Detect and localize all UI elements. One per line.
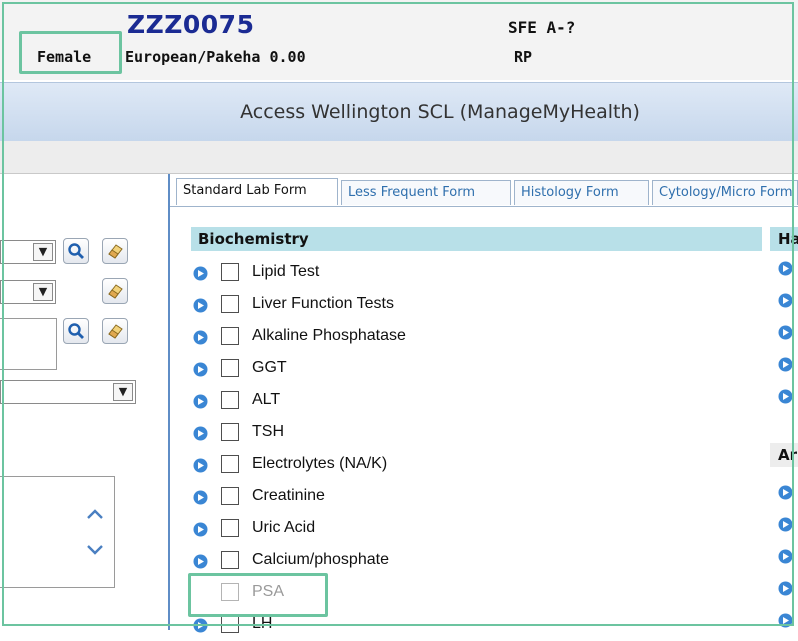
info-arrow-icon[interactable] xyxy=(778,485,793,500)
info-arrow-icon[interactable] xyxy=(193,522,208,537)
patient-ethnicity: European/Pakeha 0.00 xyxy=(125,48,306,66)
patient-id: ZZZ0075 xyxy=(127,10,255,39)
recipient-field[interactable] xyxy=(0,318,57,370)
chevron-down-icon[interactable]: ▼ xyxy=(33,243,53,261)
tab-cytology-micro-form[interactable]: Cytology/Micro Form xyxy=(652,180,798,205)
test-label: Lipid Test xyxy=(252,263,320,280)
info-arrow-icon[interactable] xyxy=(778,325,793,340)
test-row[interactable]: Liver Function Tests xyxy=(193,293,643,321)
test-checkbox[interactable] xyxy=(221,327,239,345)
info-arrow-icon[interactable] xyxy=(193,394,208,409)
tab-histology-form[interactable]: Histology Form xyxy=(514,180,649,205)
info-arrow-icon[interactable] xyxy=(193,426,208,441)
info-arrow-icon[interactable] xyxy=(778,357,793,372)
patient-sfe: SFE A-? xyxy=(508,18,576,37)
test-row[interactable]: Lipid Test xyxy=(193,261,643,289)
info-arrow-icon[interactable] xyxy=(193,618,208,633)
info-arrow-icon[interactable] xyxy=(778,613,793,628)
test-row[interactable]: ALT xyxy=(193,389,643,417)
test-label: Uric Acid xyxy=(252,519,316,536)
test-checkbox[interactable] xyxy=(221,455,239,473)
test-checkbox[interactable] xyxy=(221,551,239,569)
chevron-down-icon[interactable] xyxy=(86,543,104,557)
chevron-up-icon[interactable] xyxy=(86,507,104,521)
test-label: Creatinine xyxy=(252,487,325,504)
haematology-header: Ha xyxy=(770,227,798,251)
test-label: ALT xyxy=(252,391,281,408)
info-arrow-icon[interactable] xyxy=(778,389,793,404)
biochemistry-header: Biochemistry xyxy=(191,227,762,251)
priority-select[interactable]: ▼ xyxy=(0,380,136,404)
clear-button[interactable] xyxy=(102,238,128,264)
test-row[interactable]: GGT xyxy=(193,357,643,385)
psa-highlight xyxy=(188,573,328,617)
provider-select[interactable]: ▼ xyxy=(0,240,56,264)
test-label: Electrolytes (NA/K) xyxy=(252,455,388,472)
eraser-icon xyxy=(108,284,123,299)
info-arrow-icon[interactable] xyxy=(193,490,208,505)
search-button[interactable] xyxy=(63,318,89,344)
patient-code: RP xyxy=(514,48,533,66)
test-checkbox[interactable] xyxy=(221,519,239,537)
test-label: Alkaline Phosphatase xyxy=(252,327,406,344)
test-checkbox[interactable] xyxy=(221,391,239,409)
info-arrow-icon[interactable] xyxy=(193,362,208,377)
test-checkbox[interactable] xyxy=(221,295,239,313)
test-checkbox[interactable] xyxy=(221,615,239,633)
search-icon xyxy=(68,323,84,339)
tab-standard-lab-form[interactable]: Standard Lab Form xyxy=(176,178,338,205)
info-arrow-icon[interactable] xyxy=(778,517,793,532)
info-arrow-icon[interactable] xyxy=(778,293,793,308)
test-checkbox[interactable] xyxy=(221,423,239,441)
clinical-notes[interactable] xyxy=(0,476,115,588)
clear-button[interactable] xyxy=(102,318,128,344)
chevron-down-icon[interactable]: ▼ xyxy=(33,283,53,301)
info-arrow-icon[interactable] xyxy=(193,458,208,473)
info-arrow-icon[interactable] xyxy=(778,261,793,276)
test-row[interactable]: Alkaline Phosphatase xyxy=(193,325,643,353)
second-section-header: Ar xyxy=(770,443,798,467)
info-arrow-icon[interactable] xyxy=(193,266,208,281)
tab-less-frequent-form[interactable]: Less Frequent Form xyxy=(341,180,511,205)
eraser-icon xyxy=(108,324,123,339)
test-row[interactable]: Creatinine xyxy=(193,485,643,513)
copy-to-select[interactable]: ▼ xyxy=(0,280,56,304)
gender-highlight xyxy=(19,31,122,74)
info-arrow-icon[interactable] xyxy=(193,554,208,569)
window-title: Access Wellington SCL (ManageMyHealth) xyxy=(240,101,640,123)
test-label: TSH xyxy=(252,423,284,440)
toolbar-strip xyxy=(0,141,798,174)
clear-button[interactable] xyxy=(102,278,128,304)
chevron-down-icon[interactable]: ▼ xyxy=(113,383,133,401)
search-icon xyxy=(68,243,84,259)
info-arrow-icon[interactable] xyxy=(778,581,793,596)
search-button[interactable] xyxy=(63,238,89,264)
test-label: Liver Function Tests xyxy=(252,295,394,312)
test-label: GGT xyxy=(252,359,287,376)
info-arrow-icon[interactable] xyxy=(778,549,793,564)
test-label: Calcium/phosphate xyxy=(252,551,389,568)
eraser-icon xyxy=(108,244,123,259)
test-checkbox[interactable] xyxy=(221,359,239,377)
info-arrow-icon[interactable] xyxy=(193,298,208,313)
test-row[interactable]: LH xyxy=(193,613,643,641)
test-checkbox[interactable] xyxy=(221,263,239,281)
info-arrow-icon[interactable] xyxy=(193,330,208,345)
test-checkbox[interactable] xyxy=(221,487,239,505)
test-row[interactable]: TSH xyxy=(193,421,643,449)
test-row[interactable]: Uric Acid xyxy=(193,517,643,545)
test-row[interactable]: Electrolytes (NA/K) xyxy=(193,453,643,481)
